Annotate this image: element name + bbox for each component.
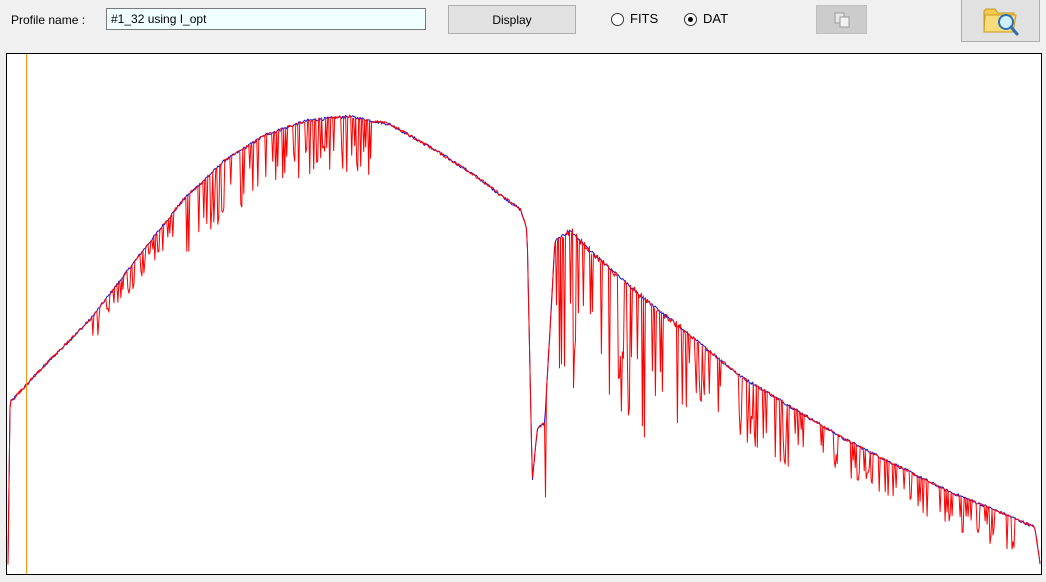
- copy-icon: [834, 12, 849, 27]
- dat-radio-circle[interactable]: [684, 12, 697, 26]
- spectrum-viewer-window: Profile name : Display FITS DAT: [0, 0, 1046, 582]
- profile-name-label: Profile name :: [11, 13, 86, 27]
- profile-name-input[interactable]: [106, 8, 426, 30]
- copy-button[interactable]: [816, 5, 867, 34]
- dat-radio-label: DAT: [703, 11, 729, 26]
- dat-radio[interactable]: DAT: [684, 11, 728, 27]
- fits-radio-circle[interactable]: [611, 12, 624, 26]
- browse-button[interactable]: [961, 0, 1040, 42]
- folder-magnifier-icon: [982, 8, 1018, 36]
- spectrum-chart: [7, 54, 1041, 574]
- model-spectrum-line: [7, 114, 1041, 564]
- toolbar: Profile name : Display FITS DAT: [0, 0, 1046, 52]
- spectrum-plot[interactable]: [6, 53, 1042, 575]
- fits-radio-label: FITS: [630, 11, 659, 26]
- fits-radio[interactable]: FITS: [611, 11, 658, 27]
- display-button[interactable]: Display: [448, 5, 576, 34]
- observed-spectrum-line: [7, 114, 1041, 565]
